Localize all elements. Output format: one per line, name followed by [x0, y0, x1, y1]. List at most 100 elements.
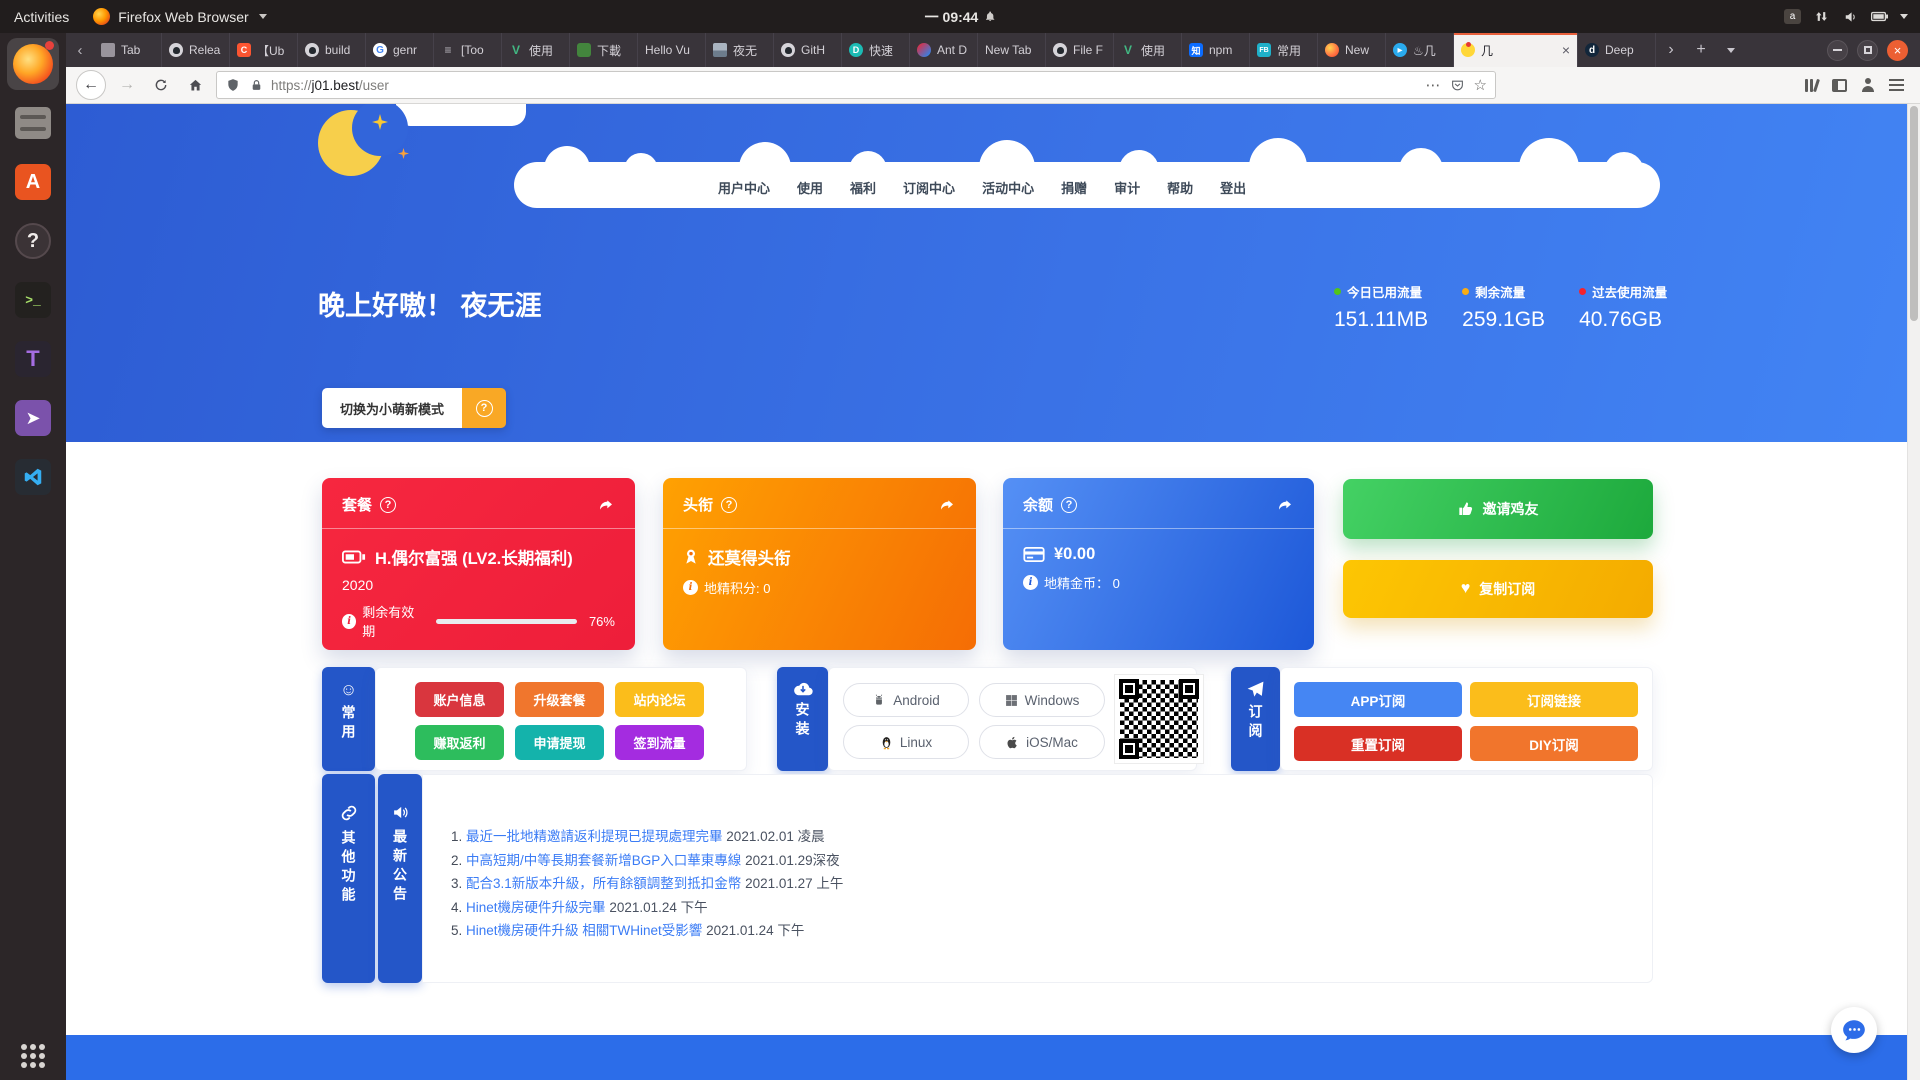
install-windows-button[interactable]: Windows: [979, 683, 1105, 717]
chat-widget-button[interactable]: [1831, 1007, 1877, 1053]
switch-mode-button[interactable]: 切换为小萌新模式 ?: [322, 388, 506, 428]
share-icon[interactable]: [938, 497, 956, 513]
dock-item-terminal[interactable]: >_: [7, 274, 59, 326]
browser-tab[interactable]: 常用: [1250, 33, 1318, 67]
dock-item-ubuntu-software[interactable]: A: [7, 156, 59, 208]
browser-tab[interactable]: New Tab: [978, 33, 1046, 67]
browser-tab[interactable]: File F: [1046, 33, 1114, 67]
other-functions-tab[interactable]: 其他功能: [322, 774, 375, 983]
nav-usage[interactable]: 使用: [797, 178, 823, 197]
question-icon[interactable]: ?: [1061, 497, 1077, 513]
lock-icon[interactable]: [248, 77, 264, 93]
question-icon[interactable]: ?: [380, 497, 396, 513]
url-bar[interactable]: https://j01.best/user ⋯ ☆: [216, 71, 1496, 99]
nav-audit[interactable]: 审计: [1114, 178, 1140, 197]
common-section-tab[interactable]: ☺ 常用: [322, 667, 375, 771]
app-menu[interactable]: Firefox Web Browser: [93, 8, 266, 25]
list-all-tabs-button[interactable]: [1716, 33, 1746, 67]
browser-tab[interactable]: New: [1318, 33, 1386, 67]
browser-tab[interactable]: [Too: [434, 33, 502, 67]
invite-friends-button[interactable]: 邀请鸡友: [1343, 479, 1653, 539]
dock-item-remote-app[interactable]: ➤: [7, 392, 59, 444]
scroll-tabs-right-button[interactable]: ›: [1656, 33, 1686, 67]
tab-close-icon[interactable]: ×: [1560, 42, 1570, 58]
page-scrollbar[interactable]: [1907, 104, 1920, 1080]
browser-tab[interactable]: 使用: [502, 33, 570, 67]
pocket-icon[interactable]: [1451, 79, 1464, 92]
dock-item-text-editor[interactable]: T: [7, 333, 59, 385]
maximize-button[interactable]: [1857, 40, 1878, 61]
minimize-button[interactable]: [1827, 40, 1848, 61]
app-subscribe-button[interactable]: APP订阅: [1294, 682, 1462, 717]
announcement-link[interactable]: 最近一批地精邀請返利提現已提現處理完畢: [466, 829, 723, 844]
show-applications-button[interactable]: [21, 1044, 45, 1068]
copy-subscription-button[interactable]: ♥ 复制订阅: [1343, 560, 1653, 618]
browser-tab[interactable]: 【Ub: [230, 33, 298, 67]
browser-tab[interactable]: genr: [366, 33, 434, 67]
url-text[interactable]: https://j01.best/user: [271, 78, 1419, 93]
checkin-traffic-button[interactable]: 签到流量: [615, 725, 704, 760]
reset-subscription-button[interactable]: 重置订阅: [1294, 726, 1462, 761]
install-section-tab[interactable]: 安装: [777, 667, 828, 771]
browser-tab[interactable]: 快速: [842, 33, 910, 67]
home-button[interactable]: [182, 72, 208, 98]
network-icon[interactable]: [1813, 8, 1830, 25]
reload-button[interactable]: [148, 72, 174, 98]
install-android-button[interactable]: Android: [843, 683, 969, 717]
announcement-link[interactable]: Hinet機房硬件升級完畢: [466, 900, 606, 915]
announcement-link[interactable]: 中高短期/中等長期套餐新增BGP入口華東專線: [466, 853, 741, 868]
volume-icon[interactable]: [1842, 8, 1859, 25]
forward-button[interactable]: →: [114, 72, 140, 98]
back-button[interactable]: ←: [76, 70, 106, 100]
browser-tab[interactable]: 使用: [1114, 33, 1182, 67]
nav-donate[interactable]: 捐赠: [1061, 178, 1087, 197]
nav-help[interactable]: 帮助: [1167, 178, 1193, 197]
browser-tab[interactable]: Ant D: [910, 33, 978, 67]
earn-rebate-button[interactable]: 赚取返利: [415, 725, 504, 760]
bookmark-star-icon[interactable]: ☆: [1474, 76, 1487, 94]
clock[interactable]: 一 09:44: [925, 7, 996, 27]
dock-item-files[interactable]: [7, 97, 59, 149]
nav-activity-center[interactable]: 活动中心: [982, 178, 1034, 197]
latest-announcements-tab[interactable]: 最新公告: [378, 774, 422, 983]
install-ios-mac-button[interactable]: iOS/Mac: [979, 725, 1105, 759]
browser-tab[interactable]: 下載: [570, 33, 638, 67]
withdraw-button[interactable]: 申请提现: [515, 725, 604, 760]
library-icon[interactable]: [1805, 79, 1818, 92]
share-icon[interactable]: [1276, 497, 1294, 513]
sidebar-icon[interactable]: [1832, 79, 1847, 92]
browser-tab[interactable]: GitH: [774, 33, 842, 67]
announcement-link[interactable]: 配合3.1新版本升級，所有餘額調整到抵扣金幣: [466, 876, 741, 891]
browser-tab[interactable]: ♨几: [1386, 33, 1454, 67]
subscription-link-button[interactable]: 订阅链接: [1470, 682, 1638, 717]
browser-tab[interactable]: 夜无: [706, 33, 774, 67]
browser-tab[interactable]: Relea: [162, 33, 230, 67]
nav-logout[interactable]: 登出: [1220, 178, 1246, 197]
share-icon[interactable]: [597, 497, 615, 513]
new-tab-button[interactable]: +: [1686, 33, 1716, 67]
switch-mode-help[interactable]: ?: [462, 388, 506, 428]
dock-item-help[interactable]: ?: [7, 215, 59, 267]
menu-icon[interactable]: [1889, 79, 1904, 91]
diy-subscription-button[interactable]: DIY订阅: [1470, 726, 1638, 761]
account-icon[interactable]: [1861, 78, 1875, 92]
scroll-tabs-left-button[interactable]: ‹: [66, 33, 94, 67]
chevron-down-icon[interactable]: [1900, 14, 1908, 19]
dock-item-vscode[interactable]: [7, 451, 59, 503]
subscribe-section-tab[interactable]: 订阅: [1231, 667, 1280, 771]
announcement-link[interactable]: Hinet機房硬件升級 相關TWHinet受影響: [466, 923, 702, 938]
nav-user-center[interactable]: 用户中心: [718, 178, 770, 197]
account-info-button[interactable]: 账户信息: [415, 682, 504, 717]
dock-item-firefox[interactable]: [7, 38, 59, 90]
install-linux-button[interactable]: Linux: [843, 725, 969, 759]
shield-icon[interactable]: [225, 77, 241, 93]
nav-subscription-center[interactable]: 订阅中心: [903, 178, 955, 197]
battery-icon[interactable]: [1871, 8, 1888, 25]
close-button[interactable]: ×: [1887, 40, 1908, 61]
browser-tab[interactable]: npm: [1182, 33, 1250, 67]
keyboard-layout-icon[interactable]: a: [1784, 9, 1801, 24]
page-actions-icon[interactable]: ⋯: [1426, 76, 1441, 94]
system-tray[interactable]: a: [1784, 8, 1920, 25]
browser-tab[interactable]: Deep: [1578, 33, 1656, 67]
nav-welfare[interactable]: 福利: [850, 178, 876, 197]
